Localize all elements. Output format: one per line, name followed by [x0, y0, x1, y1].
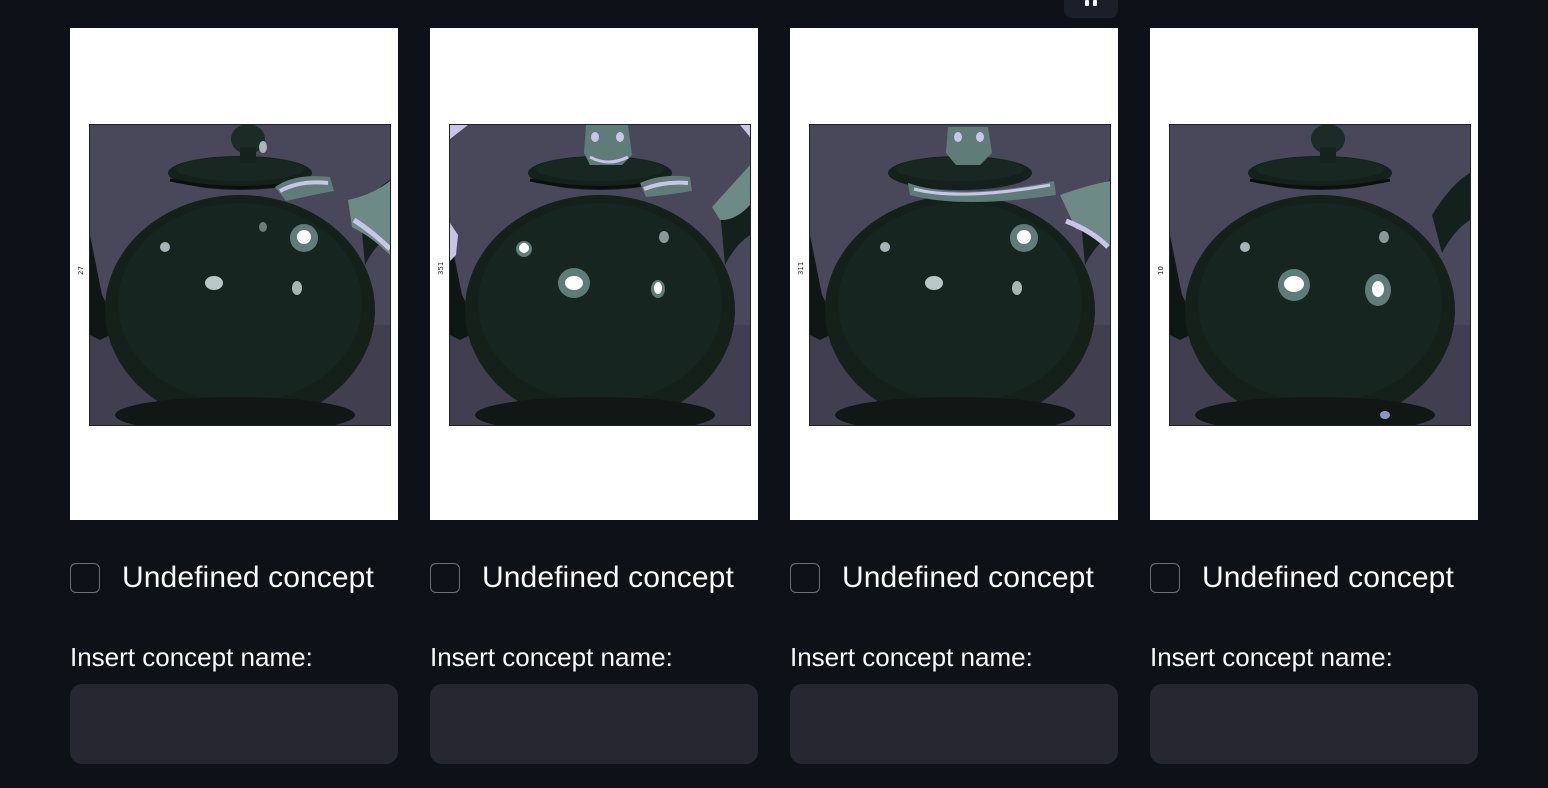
concept-name-label: Insert concept name: [430, 642, 673, 672]
undefined-concept-checkbox-row[interactable]: Undefined concept [430, 560, 758, 596]
image-tick-label: 311 [797, 261, 805, 275]
undefined-concept-label: Undefined concept [1202, 561, 1454, 594]
teapot-image [89, 124, 391, 426]
concept-column: 311 Undefined concept Insert concept nam… [790, 28, 1118, 764]
concept-name-input[interactable] [1150, 684, 1478, 764]
undefined-concept-label: Undefined concept [122, 561, 374, 594]
undefined-concept-checkbox[interactable] [70, 563, 100, 593]
image-tick-label: 27 [77, 266, 85, 275]
undefined-concept-checkbox[interactable] [430, 563, 460, 593]
undefined-concept-checkbox[interactable] [1150, 563, 1180, 593]
undefined-concept-checkbox[interactable] [790, 563, 820, 593]
drag-handle[interactable] [1064, 0, 1118, 18]
undefined-concept-label: Undefined concept [482, 561, 734, 594]
undefined-concept-checkbox-row[interactable]: Undefined concept [1150, 560, 1478, 596]
undefined-concept-checkbox-row[interactable]: Undefined concept [790, 560, 1118, 596]
concept-image-card: 351 [430, 28, 758, 520]
grip-icon [1085, 0, 1097, 6]
image-tick-label: 10 [1157, 266, 1165, 275]
concept-name-input[interactable] [430, 684, 758, 764]
concept-image-card: 311 [790, 28, 1118, 520]
undefined-concept-checkbox-row[interactable]: Undefined concept [70, 560, 398, 596]
concept-image-card: 27 [70, 28, 398, 520]
concept-image-card: 10 [1150, 28, 1478, 520]
concept-column: 10 Undefined concept Insert concept name… [1150, 28, 1478, 764]
concept-name-input[interactable] [790, 684, 1118, 764]
concept-name-label: Insert concept name: [1150, 642, 1393, 672]
undefined-concept-label: Undefined concept [842, 561, 1094, 594]
concept-columns: 27 Undefined concept Insert concept name… [70, 28, 1478, 764]
teapot-image [1169, 124, 1471, 426]
concept-column: 351 Undefined concept Insert concept nam… [430, 28, 758, 764]
concept-column: 27 Undefined concept Insert concept name… [70, 28, 398, 764]
concept-labeling-page: 27 Undefined concept Insert concept name… [0, 0, 1548, 788]
image-tick-label: 351 [437, 261, 445, 275]
teapot-image [449, 124, 751, 426]
concept-name-input[interactable] [70, 684, 398, 764]
concept-name-label: Insert concept name: [70, 642, 313, 672]
concept-name-label: Insert concept name: [790, 642, 1033, 672]
teapot-image [809, 124, 1111, 426]
